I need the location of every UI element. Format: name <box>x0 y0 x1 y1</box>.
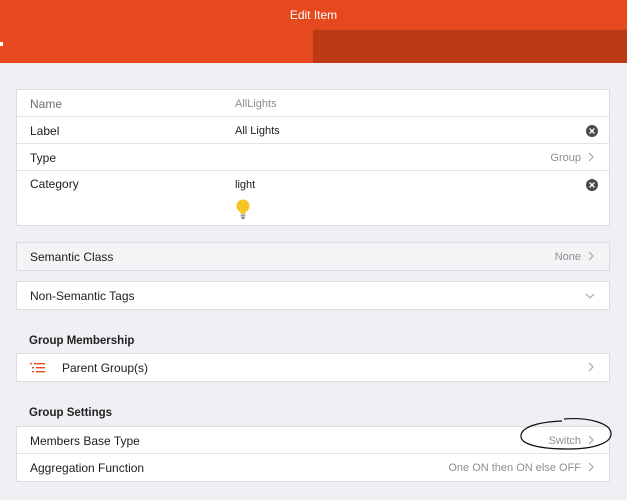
semantic-class-row[interactable]: Semantic Class None <box>17 243 609 270</box>
parent-groups-row[interactable]: Parent Group(s) <box>17 354 609 381</box>
non-semantic-tags-label: Non-Semantic Tags <box>30 289 135 303</box>
name-value: AllLights <box>235 98 277 110</box>
group-settings-title: Group Settings <box>29 407 113 419</box>
tab-left[interactable] <box>0 30 313 63</box>
navbar: Edit Item <box>0 0 627 30</box>
chevron-right-icon <box>588 462 594 472</box>
type-row[interactable]: Type Group <box>17 144 609 171</box>
semantic-class-value: None <box>554 251 581 263</box>
aggregation-function-value: One ON then ON else OFF <box>448 462 581 474</box>
group-settings-card: Members Base Type Switch Aggregation Fun… <box>16 426 610 482</box>
aggregation-function-label: Aggregation Function <box>30 461 145 475</box>
group-membership-title: Group Membership <box>29 335 135 347</box>
non-semantic-tags-row[interactable]: Non-Semantic Tags <box>17 282 609 309</box>
members-base-type-row[interactable]: Members Base Type Switch <box>17 427 609 454</box>
clear-label-icon[interactable] <box>586 125 598 137</box>
parent-groups-label: Parent Group(s) <box>62 361 149 375</box>
tab-bar <box>0 30 627 63</box>
label-row[interactable]: Label All Lights <box>17 117 609 144</box>
tab-indicator <box>0 42 3 46</box>
chevron-right-icon <box>588 251 594 261</box>
group-membership-card: Parent Group(s) <box>16 353 610 382</box>
tab-right[interactable] <box>313 30 627 63</box>
chevron-right-icon <box>588 362 594 372</box>
lightbulb-icon <box>236 199 250 219</box>
type-value: Group <box>550 152 581 164</box>
members-base-type-label: Members Base Type <box>30 434 140 448</box>
chevron-right-icon <box>588 152 594 162</box>
page-title: Edit Item <box>289 8 338 22</box>
name-label: Name <box>30 97 63 111</box>
name-row: Name AllLights <box>17 90 609 117</box>
clear-category-icon[interactable] <box>586 179 598 191</box>
category-label: Category <box>30 177 79 191</box>
category-input[interactable]: light <box>235 179 255 191</box>
list-icon <box>30 363 45 373</box>
label-input[interactable]: All Lights <box>235 125 280 137</box>
semantic-card: Semantic Class None <box>16 242 610 271</box>
semantic-class-label: Semantic Class <box>30 250 114 264</box>
label-label: Label <box>30 124 60 138</box>
chevron-down-icon <box>585 293 595 299</box>
aggregation-function-row[interactable]: Aggregation Function One ON then ON else… <box>17 454 609 481</box>
members-base-type-value: Switch <box>548 435 581 447</box>
item-card: Name AllLights Label All Lights Type Gro… <box>16 89 610 226</box>
category-row[interactable]: Category light <box>17 171 609 225</box>
chevron-right-icon <box>588 435 594 445</box>
tags-card: Non-Semantic Tags <box>16 281 610 310</box>
type-label: Type <box>30 151 57 165</box>
